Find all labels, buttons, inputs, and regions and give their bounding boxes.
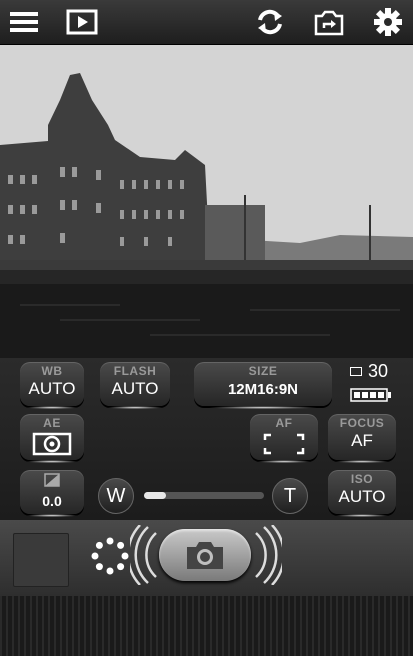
flash-label: FLASH — [113, 364, 157, 378]
share-camera-icon[interactable] — [313, 6, 345, 38]
shots-remaining: 30 — [348, 360, 408, 382]
iso-button[interactable]: ISO AUTO — [328, 470, 396, 517]
playback-icon[interactable] — [66, 6, 98, 38]
image-size-button[interactable]: SIZE 12M16:9N — [194, 362, 332, 409]
preview-scene-image — [0, 45, 413, 358]
wb-value: AUTO — [28, 379, 76, 398]
wb-label: WB — [41, 364, 63, 378]
focus-mode-button[interactable]: FOCUS AF — [328, 414, 396, 463]
ae-label: AE — [43, 416, 61, 430]
size-label: SIZE — [248, 364, 278, 378]
shutter-right-waves-icon — [254, 524, 286, 590]
menu-icon[interactable] — [8, 6, 40, 38]
flash-value: AUTO — [111, 379, 159, 398]
af-frame-icon — [250, 432, 318, 461]
zoom-wide-button[interactable]: W — [98, 478, 134, 514]
zoom-slider[interactable] — [144, 492, 264, 499]
shutter-bar — [0, 520, 413, 596]
shutter-camera-icon — [185, 539, 225, 576]
iso-label: ISO — [350, 472, 374, 486]
flash-button[interactable]: FLASH AUTO — [100, 362, 170, 409]
shots-count: 30 — [368, 361, 389, 381]
iso-value: AUTO — [338, 487, 386, 506]
bottom-texture — [0, 596, 413, 656]
mode-dots-icon[interactable] — [90, 536, 130, 581]
focus-label: FOCUS — [339, 416, 385, 430]
auto-exposure-button[interactable]: AE — [20, 414, 84, 463]
switch-camera-icon[interactable] — [254, 6, 286, 38]
size-value: 12M16:9N — [227, 381, 299, 398]
zoom-tele-button[interactable]: T — [272, 478, 308, 514]
metering-icon — [20, 432, 84, 461]
last-photo-thumbnail[interactable] — [13, 533, 69, 587]
bottom-bar — [0, 520, 413, 656]
af-label: AF — [275, 416, 293, 430]
ev-value: 0.0 — [42, 493, 62, 509]
white-balance-button[interactable]: WB AUTO — [20, 362, 84, 409]
shutter-button[interactable] — [159, 529, 251, 581]
camera-viewfinder[interactable] — [0, 45, 413, 358]
frame-icon — [350, 367, 362, 376]
top-toolbar — [0, 0, 413, 45]
exposure-compensation-button[interactable]: 0.0 — [20, 470, 84, 517]
battery-icon — [350, 388, 392, 407]
shutter-left-waves-icon — [126, 524, 158, 590]
settings-icon[interactable] — [372, 6, 404, 38]
autofocus-area-button[interactable]: AF — [250, 414, 318, 463]
focus-value: AF — [351, 431, 373, 450]
zoom-level-fill — [144, 492, 166, 499]
exposure-icon — [20, 473, 84, 492]
